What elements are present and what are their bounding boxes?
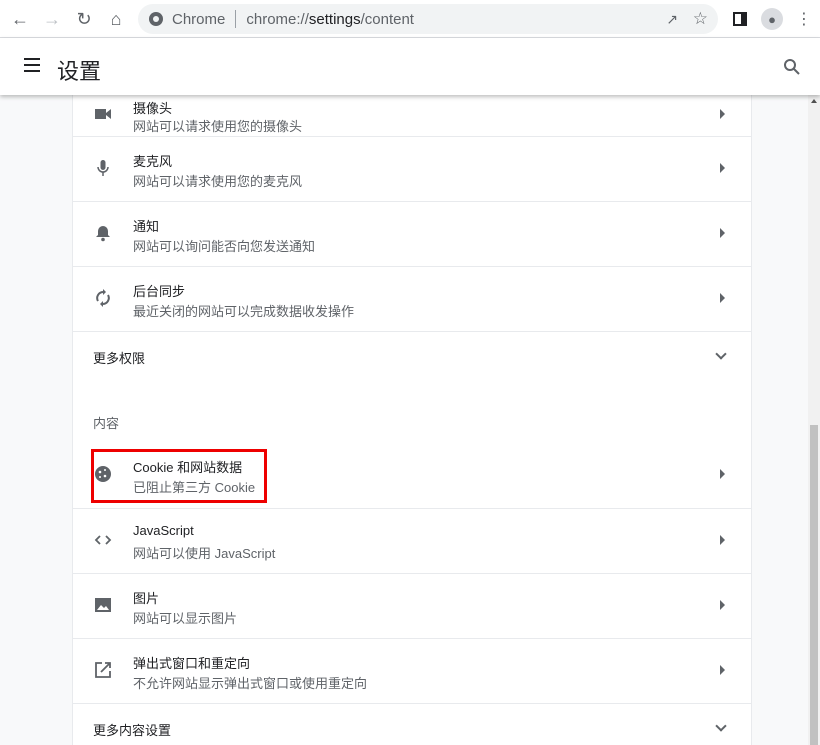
- mic-icon: [97, 160, 109, 176]
- scrollbar-thumb[interactable]: [810, 425, 818, 745]
- row-subtitle: 网站可以请求使用您的麦克风: [133, 174, 303, 189]
- chevron-down-icon: [715, 720, 727, 732]
- bell-icon: [96, 226, 110, 242]
- address-bar[interactable]: Chrome chrome://settings/content ↗ ☆: [138, 4, 718, 34]
- section-title-content: 内容: [93, 416, 120, 431]
- row-title: 图片: [133, 591, 160, 606]
- search-icon[interactable]: [783, 58, 801, 76]
- arrow-right-icon: [720, 665, 725, 675]
- arrow-right-icon: [720, 535, 725, 545]
- row-subtitle: 网站可以请求使用您的摄像头: [133, 119, 303, 134]
- settings-content: 摄像头 网站可以请求使用您的摄像头 麦克风 网站可以请求使用您的麦克风 通知 网…: [0, 95, 808, 745]
- share-icon[interactable]: ↗: [666, 11, 678, 28]
- open-in-new-icon: [95, 662, 111, 678]
- row-subtitle: 最近关闭的网站可以完成数据收发操作: [133, 304, 355, 319]
- browser-toolbar: ← → ↻ ⌂ Chrome chrome://settings/content…: [0, 0, 820, 38]
- scrollbar[interactable]: [808, 95, 820, 745]
- more-permissions-toggle[interactable]: 更多权限: [73, 331, 751, 380]
- chevron-down-icon: [715, 348, 727, 360]
- row-title: 后台同步: [133, 284, 186, 299]
- content-row-javascript[interactable]: JavaScript 网站可以使用 JavaScript: [73, 508, 751, 573]
- more-content-settings-toggle[interactable]: 更多内容设置: [73, 703, 751, 745]
- site-chip: Chrome: [172, 10, 226, 28]
- row-subtitle: 网站可以询问能否向您发送通知: [133, 239, 316, 254]
- row-title: 更多内容设置: [93, 723, 172, 738]
- image-icon: [95, 598, 111, 612]
- row-title: Cookie 和网站数据: [133, 460, 243, 475]
- forward-icon[interactable]: →: [40, 7, 64, 31]
- arrow-right-icon: [720, 163, 725, 173]
- content-row-images[interactable]: 图片 网站可以显示图片: [73, 573, 751, 638]
- url-text: chrome://settings/content: [246, 10, 414, 28]
- row-title: 摄像头: [133, 101, 173, 116]
- row-title: JavaScript: [133, 523, 194, 538]
- row-subtitle: 网站可以使用 JavaScript: [133, 546, 276, 561]
- row-title: 通知: [133, 219, 160, 234]
- videocam-icon: [95, 109, 111, 119]
- permission-row-microphone[interactable]: 麦克风 网站可以请求使用您的麦克风: [73, 136, 751, 201]
- profile-avatar-icon[interactable]: ●: [760, 7, 784, 31]
- permission-row-notifications[interactable]: 通知 网站可以询问能否向您发送通知: [73, 201, 751, 266]
- star-icon[interactable]: ☆: [693, 9, 708, 29]
- back-icon[interactable]: ←: [8, 7, 32, 31]
- settings-card: 摄像头 网站可以请求使用您的摄像头 麦克风 网站可以请求使用您的麦克风 通知 网…: [72, 95, 752, 745]
- row-title: 更多权限: [93, 351, 146, 366]
- page-title: 设置: [57, 59, 102, 84]
- row-subtitle: 网站可以显示图片: [133, 611, 238, 626]
- reload-icon[interactable]: ↻: [72, 7, 96, 31]
- permission-row-background-sync[interactable]: 后台同步 最近关闭的网站可以完成数据收发操作: [73, 266, 751, 331]
- settings-header: 设置: [0, 38, 820, 95]
- row-subtitle: 不允许网站显示弹出式窗口或使用重定向: [133, 676, 368, 691]
- arrow-right-icon: [720, 600, 725, 610]
- cookie-icon: [95, 466, 111, 482]
- code-icon: [94, 535, 112, 545]
- permission-row-camera[interactable]: 摄像头 网站可以请求使用您的摄像头: [73, 95, 751, 136]
- row-subtitle: 已阻止第三方 Cookie: [133, 480, 256, 495]
- side-panel-icon[interactable]: [728, 7, 752, 31]
- content-row-popups[interactable]: 弹出式窗口和重定向 不允许网站显示弹出式窗口或使用重定向: [73, 638, 751, 703]
- home-icon[interactable]: ⌂: [104, 7, 128, 31]
- menu-dots-icon[interactable]: ⋮: [792, 7, 816, 31]
- arrow-right-icon: [720, 109, 725, 119]
- sync-icon: [96, 289, 110, 307]
- content-row-cookies[interactable]: Cookie 和网站数据 已阻止第三方 Cookie: [73, 443, 751, 508]
- scroll-up-arrow-icon[interactable]: [811, 99, 817, 103]
- hamburger-menu-icon[interactable]: [24, 58, 40, 72]
- row-title: 弹出式窗口和重定向: [133, 656, 251, 671]
- row-title: 麦克风: [133, 154, 173, 169]
- chrome-icon: [149, 12, 163, 26]
- divider: [235, 10, 237, 28]
- arrow-right-icon: [720, 293, 725, 303]
- arrow-right-icon: [720, 228, 725, 238]
- arrow-right-icon: [720, 469, 725, 479]
